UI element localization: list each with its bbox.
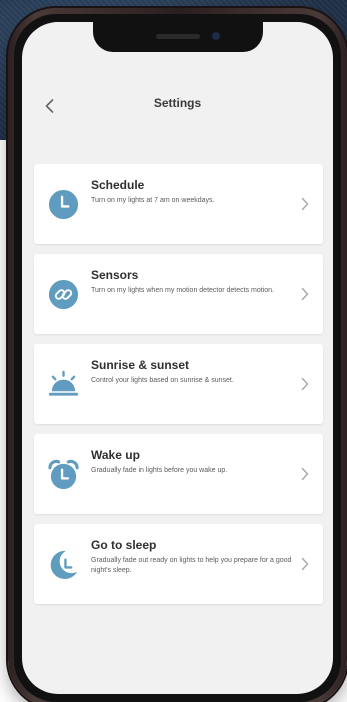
front-camera xyxy=(211,32,220,40)
header: Settings xyxy=(22,92,333,122)
phone-notch xyxy=(92,22,263,52)
scene: Settings Schedule Turn on my lights at 7… xyxy=(0,0,347,702)
moon-clock-icon xyxy=(50,550,78,580)
setting-description: Control your lights based on sunrise & s… xyxy=(91,377,234,384)
setting-sunrise-sunset[interactable]: Sunrise & sunset Control your lights bas… xyxy=(34,344,323,424)
phone-bezel: Settings Schedule Turn on my lights at 7… xyxy=(14,14,341,702)
setting-description: Turn on my lights at 7 am on weekdays. xyxy=(91,197,215,204)
alarm-clock-icon xyxy=(48,459,79,490)
setting-title: Go to sleep xyxy=(91,538,157,552)
page-title: Settings xyxy=(153,96,202,110)
setting-go-to-sleep[interactable]: Go to sleep Gradually fade out ready on … xyxy=(34,524,323,604)
setting-title: Wake up xyxy=(91,448,140,462)
setting-description: Turn on my lights when my motion detecto… xyxy=(91,287,274,294)
phone-frame: Settings Schedule Turn on my lights at 7… xyxy=(8,8,347,702)
settings-list: Schedule Turn on my lights at 7 am on we… xyxy=(34,164,323,614)
clock-icon xyxy=(48,189,79,220)
setting-description: Gradually fade out ready on lights to he… xyxy=(91,557,292,574)
chevron-right-icon xyxy=(301,377,309,391)
setting-title: Sensors xyxy=(91,268,139,282)
sunrise-icon xyxy=(48,370,79,396)
setting-title: Schedule xyxy=(91,178,145,192)
setting-sensors[interactable]: Sensors Turn on my lights when my motion… xyxy=(34,254,323,334)
chevron-right-icon xyxy=(301,467,309,481)
speaker-grille xyxy=(155,34,200,39)
phone-screen: Settings Schedule Turn on my lights at 7… xyxy=(22,22,333,694)
setting-schedule[interactable]: Schedule Turn on my lights at 7 am on we… xyxy=(34,164,323,244)
link-icon xyxy=(48,279,79,310)
setting-wake-up[interactable]: Wake up Gradually fade in lights before … xyxy=(34,434,323,514)
setting-title: Sunrise & sunset xyxy=(91,358,190,372)
setting-description: Gradually fade in lights before you wake… xyxy=(91,467,228,474)
chevron-right-icon xyxy=(301,287,309,301)
chevron-right-icon xyxy=(301,197,309,211)
chevron-right-icon xyxy=(301,557,309,571)
